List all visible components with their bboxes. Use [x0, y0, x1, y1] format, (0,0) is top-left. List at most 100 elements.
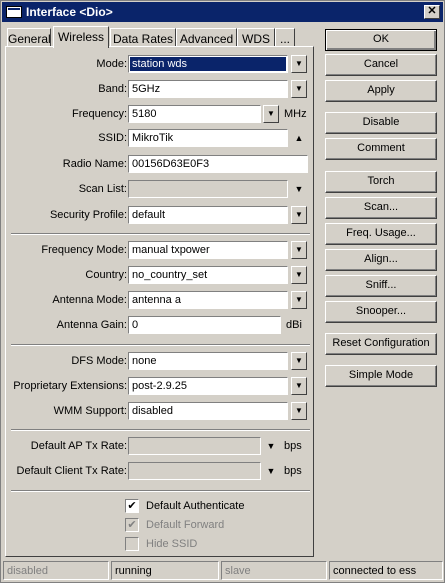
separator [11, 429, 310, 431]
status-connection: connected to ess [329, 561, 443, 580]
checkmark-icon: ✔ [127, 519, 137, 531]
chevron-down-icon: ▼ [295, 406, 303, 415]
wmm-support-row: WMM Support: disabled ▼ [6, 402, 315, 422]
mode-label: Mode: [96, 58, 127, 70]
window-title: Interface <Dio> [26, 5, 113, 19]
tab-wireless[interactable]: Wireless [53, 26, 109, 48]
band-dropdown-button[interactable]: ▼ [291, 80, 307, 98]
frequency-mode-select[interactable]: manual txpower [128, 241, 288, 259]
proprietary-extensions-dropdown-button[interactable]: ▼ [291, 377, 307, 395]
wmm-support-dropdown-button[interactable]: ▼ [291, 402, 307, 420]
wmm-support-select[interactable]: disabled [128, 402, 288, 420]
apply-button[interactable]: Apply [325, 80, 437, 102]
default-ap-tx-rate-input[interactable] [128, 437, 261, 455]
antenna-gain-label: Antenna Gain: [56, 319, 127, 331]
security-profile-row: Security Profile: default ▼ [6, 206, 315, 226]
tab-general[interactable]: General [7, 28, 51, 47]
proprietary-extensions-select[interactable]: post-2.9.25 [128, 377, 288, 395]
country-select[interactable]: no_country_set [128, 266, 288, 284]
tab-wds[interactable]: WDS [237, 28, 275, 47]
frequency-label: Frequency: [71, 108, 127, 120]
band-label: Band: [98, 83, 127, 95]
title-bar[interactable]: Interface <Dio> ✕ [2, 2, 443, 22]
status-running: running [111, 561, 219, 580]
radio-name-input[interactable]: 00156D63E0F3 [128, 155, 308, 173]
default-ap-tx-rate-row: Default AP Tx Rate: ▼ bps [6, 437, 315, 457]
ssid-label: SSID: [98, 132, 127, 144]
hide-ssid-label: Hide SSID [146, 538, 198, 550]
snooper-button[interactable]: Snooper... [325, 301, 437, 323]
dfs-mode-select[interactable]: none [128, 352, 288, 370]
default-ap-tx-rate-label: Default AP Tx Rate: [30, 440, 127, 452]
default-forward-label: Default Forward [146, 519, 225, 531]
checkmark-icon: ✔ [127, 500, 137, 512]
antenna-gain-row: Antenna Gain: 0 dBi [6, 316, 315, 336]
scan-list-label: Scan List: [78, 183, 127, 195]
sniff-button[interactable]: Sniff... [325, 275, 437, 297]
status-slave: slave [221, 561, 327, 580]
default-forward-checkbox[interactable]: ✔ [125, 518, 139, 532]
comment-button[interactable]: Comment [325, 138, 437, 160]
frequency-mode-row: Frequency Mode: manual txpower ▼ [6, 241, 315, 261]
antenna-gain-input[interactable]: 0 [128, 316, 281, 334]
antenna-mode-label: Antenna Mode: [52, 294, 127, 306]
scan-button[interactable]: Scan... [325, 197, 437, 219]
torch-button[interactable]: Torch [325, 171, 437, 193]
window-icon [6, 6, 22, 18]
default-client-tx-rate-unit: bps [284, 465, 302, 477]
security-profile-label: Security Profile: [49, 209, 127, 221]
mode-select[interactable]: station wds [128, 55, 288, 73]
proprietary-extensions-label: Proprietary Extensions: [13, 380, 127, 392]
status-enabled: disabled [3, 561, 109, 580]
default-authenticate-checkbox[interactable]: ✔ [125, 499, 139, 513]
frequency-dropdown-button[interactable]: ▼ [263, 105, 279, 123]
status-bar: disabled running slave connected to ess [3, 561, 443, 581]
chevron-down-icon: ▼ [295, 84, 303, 93]
default-client-tx-rate-label: Default Client Tx Rate: [16, 465, 127, 477]
separator [11, 344, 310, 346]
tab-more[interactable]: ... [275, 28, 295, 47]
close-button[interactable]: ✕ [424, 5, 440, 19]
frequency-mode-dropdown-button[interactable]: ▼ [291, 241, 307, 259]
antenna-mode-dropdown-button[interactable]: ▼ [291, 291, 307, 309]
chevron-down-icon: ▼ [295, 381, 303, 390]
cancel-button[interactable]: Cancel [325, 54, 437, 76]
mode-dropdown-button[interactable]: ▼ [291, 55, 307, 73]
country-row: Country: no_country_set ▼ [6, 266, 315, 286]
ssid-input[interactable]: MikroTik [128, 129, 288, 147]
mode-value: station wds [130, 57, 286, 71]
scan-list-input[interactable] [128, 180, 288, 198]
security-profile-dropdown-button[interactable]: ▼ [291, 206, 307, 224]
antenna-mode-row: Antenna Mode: antenna a ▼ [6, 291, 315, 311]
dfs-mode-dropdown-button[interactable]: ▼ [291, 352, 307, 370]
hide-ssid-checkbox[interactable] [125, 537, 139, 551]
collapse-up-icon[interactable]: ▲ [292, 131, 306, 145]
expand-down-icon[interactable]: ▼ [292, 182, 306, 196]
frequency-mode-label: Frequency Mode: [41, 244, 127, 256]
country-label: Country: [85, 269, 127, 281]
tab-data-rates[interactable]: Data Rates [110, 28, 176, 47]
mode-row: Mode: station wds ▼ [6, 55, 315, 75]
chevron-down-icon: ▼ [295, 270, 303, 279]
align-button[interactable]: Align... [325, 249, 437, 271]
default-client-tx-rate-input[interactable] [128, 462, 261, 480]
proprietary-extensions-row: Proprietary Extensions: post-2.9.25 ▼ [6, 377, 315, 397]
reset-configuration-button[interactable]: Reset Configuration [325, 333, 437, 355]
simple-mode-button[interactable]: Simple Mode [325, 365, 437, 387]
band-select[interactable]: 5GHz [128, 80, 288, 98]
wmm-support-label: WMM Support: [53, 405, 127, 417]
disable-button[interactable]: Disable [325, 112, 437, 134]
expand-down-icon[interactable]: ▼ [264, 464, 278, 478]
tab-advanced[interactable]: Advanced [176, 28, 237, 47]
expand-down-icon[interactable]: ▼ [264, 439, 278, 453]
freq-usage-button[interactable]: Freq. Usage... [325, 223, 437, 245]
wireless-panel: Mode: station wds ▼ Band: 5GHz ▼ Frequen… [5, 46, 314, 557]
antenna-gain-unit: dBi [286, 319, 302, 331]
antenna-mode-select[interactable]: antenna a [128, 291, 288, 309]
country-dropdown-button[interactable]: ▼ [291, 266, 307, 284]
frequency-select[interactable]: 5180 [128, 105, 261, 123]
default-client-tx-rate-row: Default Client Tx Rate: ▼ bps [6, 462, 315, 482]
security-profile-select[interactable]: default [128, 206, 288, 224]
chevron-down-icon: ▼ [295, 356, 303, 365]
ok-button[interactable]: OK [325, 29, 437, 51]
